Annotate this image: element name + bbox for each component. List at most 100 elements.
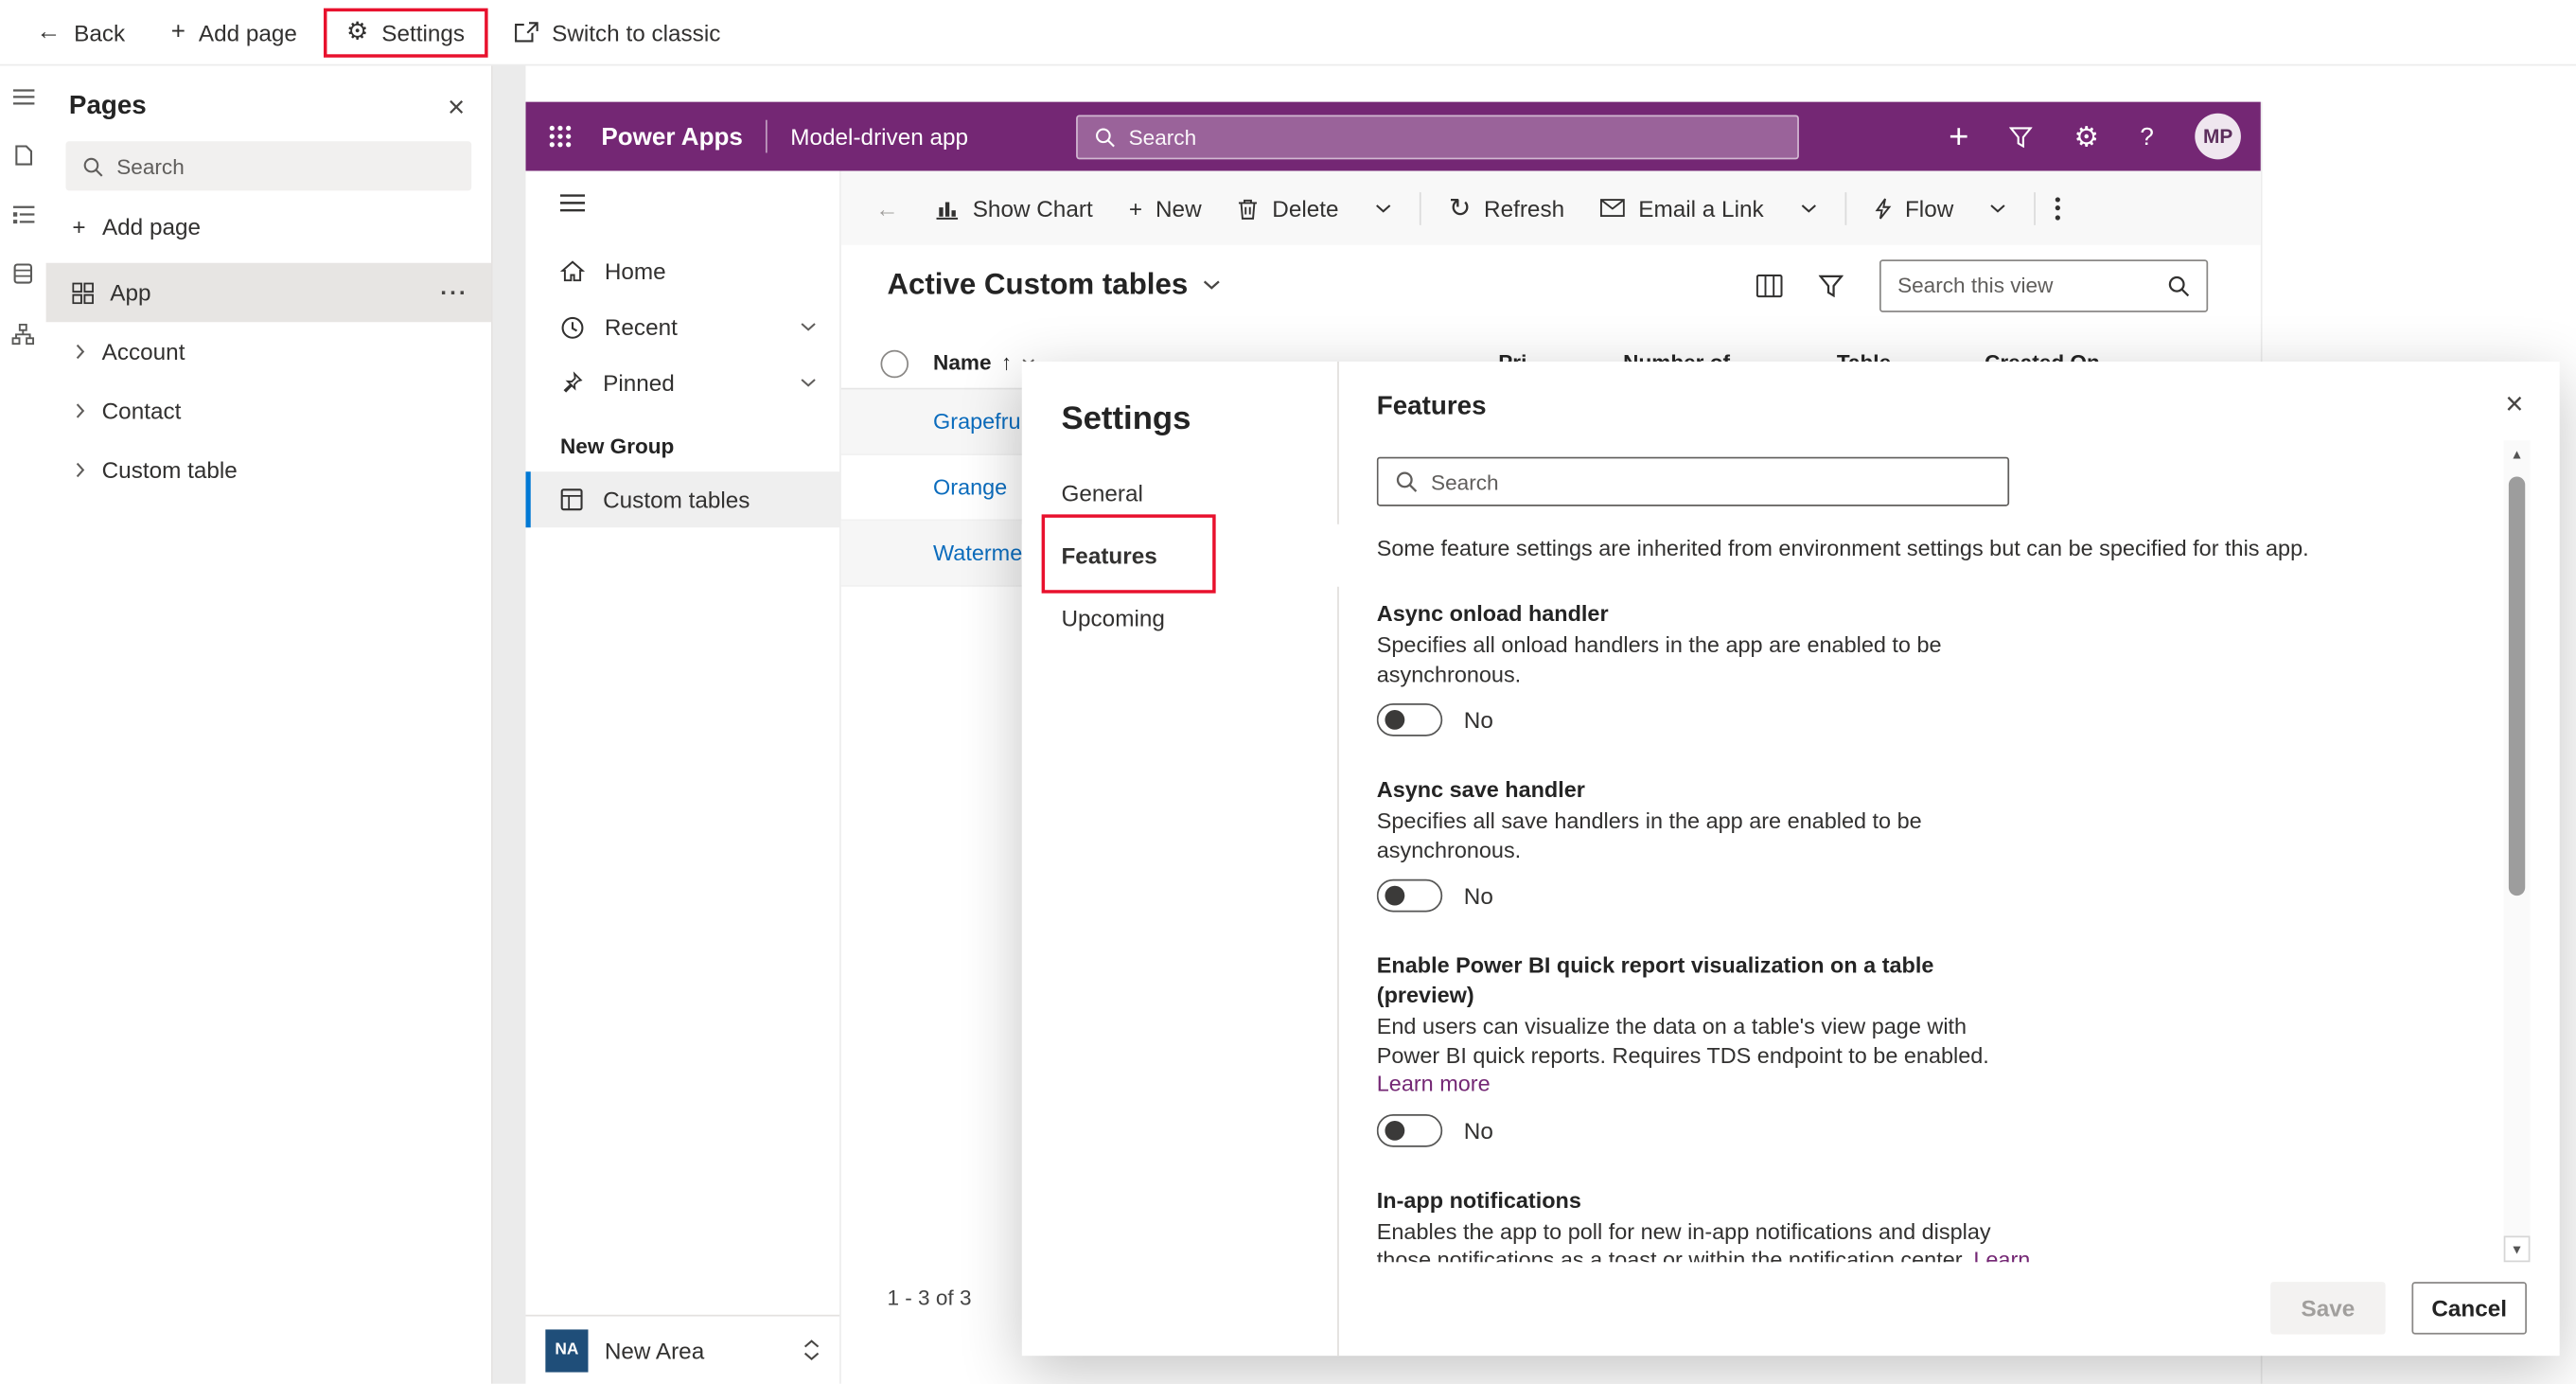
feature-title: Async onload handler [1376,601,1609,627]
email-link-button[interactable]: Email a Link [1586,185,1779,231]
toggle-switch[interactable] [1376,878,1443,913]
pages-item-label: Contact [101,398,182,424]
add-icon[interactable]: + [1949,119,1968,153]
learn-more-link[interactable]: Learn more [1377,1072,1491,1096]
toggle-value: No [1463,882,1493,910]
navigation-tree-icon[interactable] [12,205,34,224]
email-icon [1600,199,1626,218]
nav-item-custom-tables[interactable]: Custom tables [525,471,840,528]
avatar[interactable]: MP [2195,113,2241,160]
scroll-down-icon[interactable]: ▼ [2503,1235,2531,1263]
data-icon[interactable] [13,263,33,285]
edit-columns-icon[interactable] [1756,274,1783,297]
grid-back-button[interactable]: ← [861,185,914,231]
pages-item-custom-table[interactable]: Custom table [46,440,491,499]
flow-split-chevron[interactable] [1975,193,2021,222]
dialog-search-box[interactable] [1376,456,2010,506]
row-name-link[interactable]: Grapefruit [933,409,1032,434]
chevron-up-down-icon [803,1340,820,1361]
scrollbar[interactable]: ▲ ▼ [2503,440,2531,1263]
sitemap-icon[interactable] [11,323,35,346]
nav-item-recent[interactable]: Recent [526,299,840,355]
nav-item-pinned[interactable]: Pinned [526,355,840,411]
pages-item-app[interactable]: App ··· [45,262,492,323]
row-name-link[interactable]: Orange [933,475,1007,500]
cancel-button[interactable]: Cancel [2411,1282,2527,1335]
view-selector[interactable]: Active Custom tables [887,268,1221,302]
more-commands-icon[interactable] [2049,190,2067,226]
search-icon [1094,127,1116,149]
pages-panel-title: Pages [68,92,147,120]
pages-search-input[interactable] [116,153,455,179]
close-icon[interactable]: × [2505,389,2523,420]
dialog-nav-label: General [1061,479,1143,506]
help-icon[interactable]: ? [2140,124,2153,149]
nav-item-home[interactable]: Home [526,243,840,299]
dialog-nav-upcoming[interactable]: Upcoming [1022,587,1339,649]
dialog-footer: Save Cancel [2270,1282,2527,1335]
feature-description-text: End users can visualize the data on a ta… [1376,1014,1989,1068]
pages-icon[interactable] [14,145,32,167]
column-header-name[interactable]: Name ↑ [933,350,1034,375]
new-button[interactable]: + New [1114,185,1216,231]
scroll-up-icon[interactable]: ▲ [2504,440,2531,467]
chevron-down-icon[interactable] [800,378,816,387]
dialog-search-input[interactable] [1431,469,1992,494]
toggle-knob [1385,1120,1405,1140]
view-search-box[interactable] [1879,258,2209,311]
flow-button[interactable]: Flow [1859,185,1968,231]
back-arrow-icon: ← [36,18,62,46]
settings-gear-icon[interactable]: ⚙ [2074,122,2099,151]
feature-title: Async save handler [1376,777,1585,803]
feature-description-text: Specifies all save handlers in the app a… [1376,808,1922,862]
view-title-label: Active Custom tables [887,267,1189,301]
nav-group-title: New Group [559,434,675,459]
pages-search[interactable] [65,141,472,191]
toggle-switch[interactable] [1376,1113,1443,1146]
add-page-button[interactable]: + Add page [151,8,317,57]
back-label: Back [74,18,126,45]
new-label: New [1156,194,1202,222]
area-switcher[interactable]: NA New Area [525,1314,840,1384]
show-chart-button[interactable]: Show Chart [920,185,1107,231]
command-divider [1419,191,1421,224]
pages-item-account[interactable]: Account [46,322,491,381]
menu-icon[interactable] [12,89,34,105]
nav-hamburger-icon[interactable] [526,171,840,243]
delete-button[interactable]: Delete [1223,185,1353,231]
settings-button[interactable]: ⚙ Settings [323,7,488,57]
toggle-switch[interactable] [1376,703,1443,736]
refresh-button[interactable]: ↻ Refresh [1434,182,1579,235]
pages-item-contact[interactable]: Contact [46,381,491,440]
dialog-nav-divider [1337,361,1339,1357]
close-icon[interactable]: × [448,92,465,121]
more-options-icon[interactable]: ··· [440,279,468,306]
chevron-down-icon [1800,203,1816,212]
filter-icon[interactable] [1818,274,1844,297]
back-button[interactable]: ← Back [16,8,145,57]
app-search-box[interactable] [1076,115,1799,160]
filter-icon[interactable] [2009,126,2034,148]
pages-item-label: Custom table [101,456,238,484]
chevron-right-icon [76,344,85,360]
nav-item-label: Recent [604,313,678,341]
switch-to-classic-button[interactable]: Switch to classic [494,8,740,57]
pages-add-page-button[interactable]: + Add page [46,190,491,262]
dialog-scroll-area: Some feature settings are inherited from… [1376,456,2481,1262]
delete-split-chevron[interactable] [1360,193,1406,222]
scrollbar-thumb[interactable] [2508,476,2526,896]
view-search-input[interactable] [1897,273,2154,298]
dialog-nav-general[interactable]: General [1022,462,1339,524]
flow-label: Flow [1904,194,1954,222]
email-split-chevron[interactable] [1785,193,1831,222]
select-all-checkbox[interactable] [880,349,909,379]
add-page-label: Add page [198,18,297,45]
flow-icon [1874,196,1892,219]
chevron-down-icon[interactable] [800,322,816,331]
waffle-icon[interactable] [526,125,591,148]
app-search-input[interactable] [1128,124,1781,150]
dialog-nav-features[interactable]: Features [1021,523,1341,587]
pin-icon [560,371,583,394]
save-button[interactable]: Save [2270,1282,2386,1335]
nav-item-label: Custom tables [603,486,750,513]
